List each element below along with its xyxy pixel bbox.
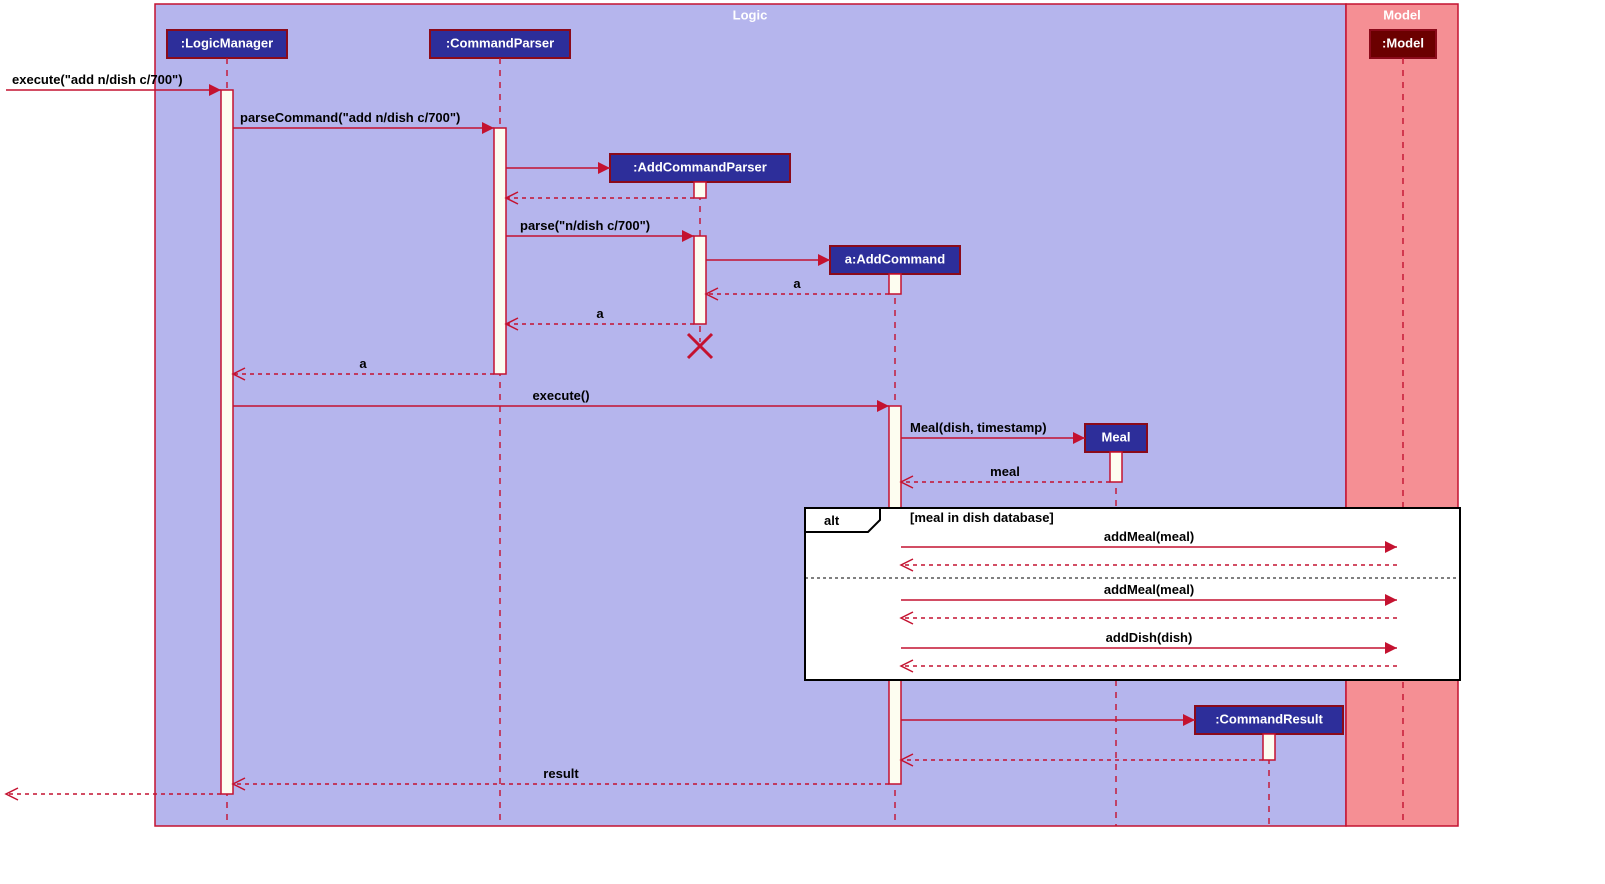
alt-tab: [805, 508, 880, 532]
frame-model-bg: [1346, 4, 1458, 826]
msg-parsecommand-label: parseCommand("add n/dish c/700"): [240, 110, 460, 125]
lifeline-model-label: :Model: [1382, 35, 1424, 50]
alt-label: alt: [824, 513, 840, 528]
lifeline-addcommandparser-label: :AddCommandParser: [633, 159, 767, 174]
activation-logicmanager: [221, 90, 233, 794]
lifeline-commandresult-label: :CommandResult: [1215, 711, 1323, 726]
frame-logic-label: Logic: [733, 7, 768, 22]
msg-ret-a2-label: a: [596, 306, 604, 321]
msg-addmeal-1-label: addMeal(meal): [1104, 529, 1194, 544]
msg-addmeal-2-label: addMeal(meal): [1104, 582, 1194, 597]
sequence-diagram: Logic Model :LogicManager :CommandParser…: [0, 0, 1605, 884]
msg-ret-a3-label: a: [359, 356, 367, 371]
msg-execute-label: execute(): [532, 388, 589, 403]
lifeline-logicmanager-label: :LogicManager: [181, 35, 273, 50]
frame-model-label: Model: [1383, 7, 1421, 22]
msg-meal-ctor-label: Meal(dish, timestamp): [910, 420, 1047, 435]
alt-guard: [meal in dish database]: [910, 510, 1054, 525]
msg-result-label: result: [543, 766, 579, 781]
activation-meal: [1110, 452, 1122, 482]
activation-addcommandparser-1: [694, 182, 706, 198]
msg-ret-a1-label: a: [793, 276, 801, 291]
lifeline-commandparser-label: :CommandParser: [446, 35, 554, 50]
lifeline-meal-label: Meal: [1102, 429, 1131, 444]
activation-commandparser: [494, 128, 506, 374]
msg-ret-meal-label: meal: [990, 464, 1020, 479]
activation-commandresult: [1263, 734, 1275, 760]
lifeline-addcommand-label: a:AddCommand: [845, 251, 945, 266]
msg-adddish-label: addDish(dish): [1106, 630, 1193, 645]
activation-addcommand-1: [889, 274, 901, 294]
msg-execute-in-label: execute("add n/dish c/700"): [12, 72, 183, 87]
activation-addcommandparser-2: [694, 236, 706, 324]
msg-parse-label: parse("n/dish c/700"): [520, 218, 650, 233]
